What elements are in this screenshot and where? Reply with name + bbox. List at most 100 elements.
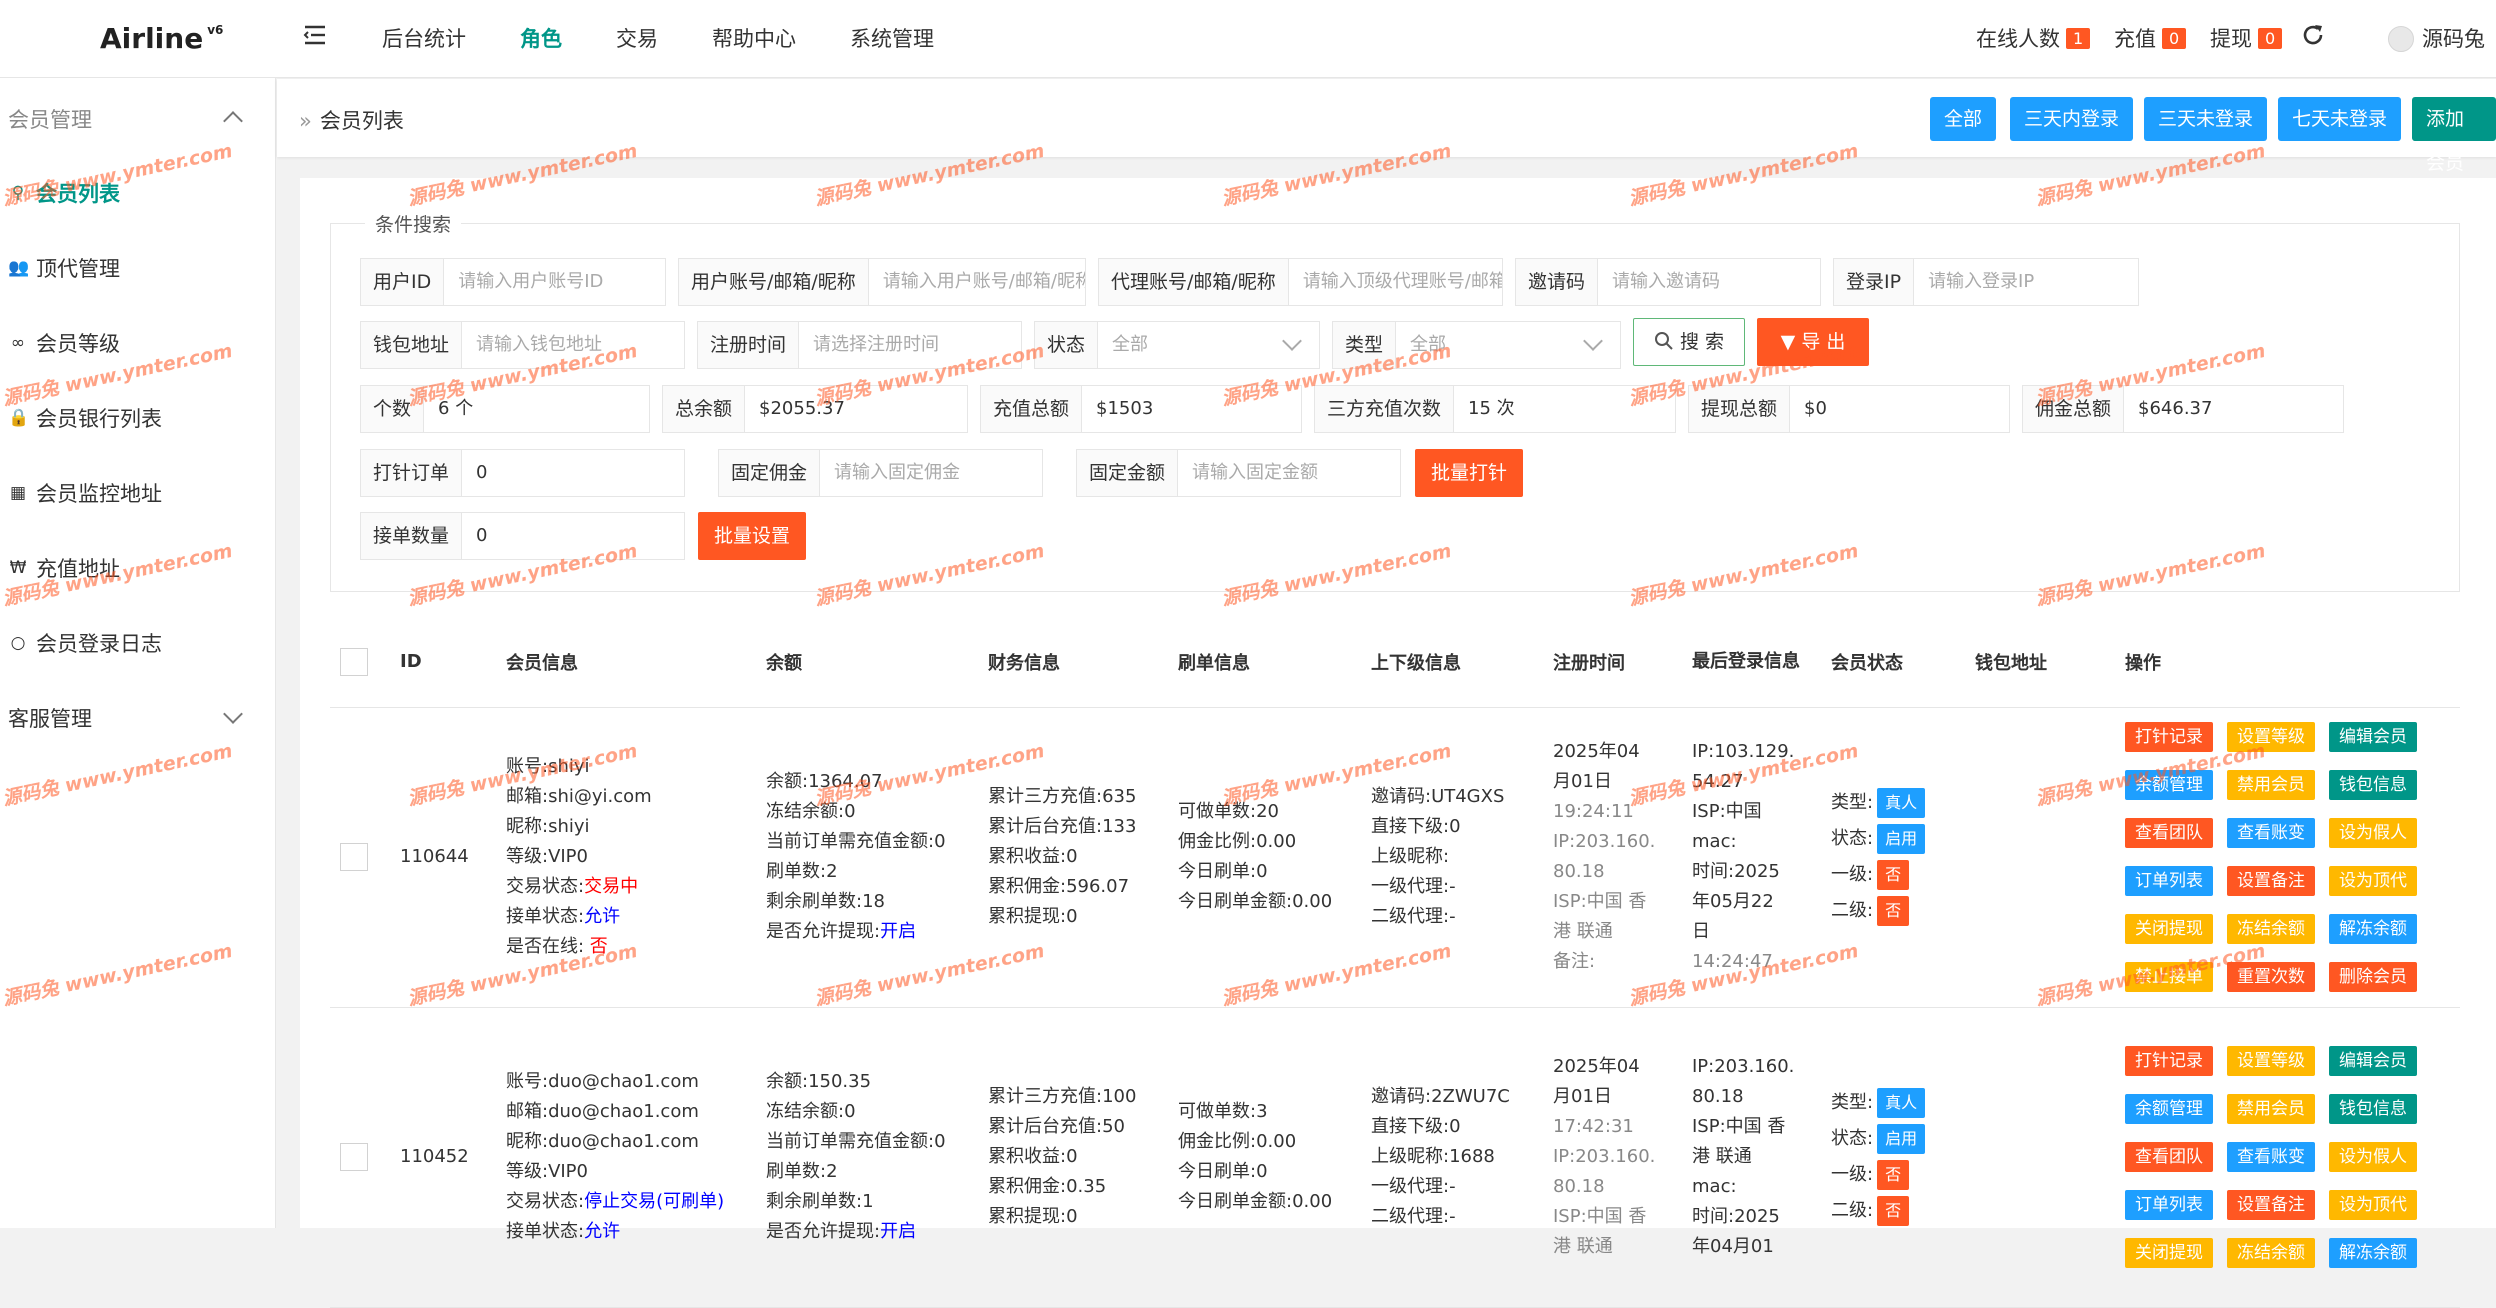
set-remark-button[interactable]: 设置备注 <box>2227 866 2315 896</box>
reset-count-button[interactable]: 重置次数 <box>2227 962 2315 992</box>
set-top-agent-button[interactable]: 设为顶代 <box>2329 866 2417 896</box>
select-all-checkbox[interactable] <box>340 647 368 676</box>
batch-inject-button[interactable]: 批量打针 <box>1415 449 1524 497</box>
user-id-input[interactable]: 请输入用户账号ID <box>444 259 665 305</box>
set-level-button[interactable]: 设置等级 <box>2227 1046 2315 1076</box>
search-button[interactable]: 搜 索 <box>1633 318 1745 366</box>
batch-set-button[interactable]: 批量设置 <box>698 512 807 560</box>
order-quantity-input[interactable]: 0 <box>462 513 684 559</box>
nav-trade[interactable]: 交易 <box>616 23 658 53</box>
type-select[interactable]: 类型 全部 <box>1332 321 1621 369</box>
last-login-info: IP:203.160. 80.18 ISP:中国 香 港 联通 mac: 时间:… <box>1682 1007 1821 1308</box>
view-changes-button[interactable]: 查看账变 <box>2227 818 2315 848</box>
close-withdraw-button[interactable]: 关闭提现 <box>2125 914 2213 944</box>
chevron-up-icon <box>223 111 243 131</box>
nav-system[interactable]: 系统管理 <box>850 23 934 53</box>
recharge-count[interactable]: 充值 0 <box>2114 23 2187 53</box>
close-withdraw-button[interactable]: 关闭提现 <box>2125 1238 2213 1268</box>
level1-badge[interactable]: 否 <box>1877 860 1910 890</box>
level2-badge[interactable]: 否 <box>1877 896 1910 926</box>
set-level-button[interactable]: 设置等级 <box>2227 722 2315 752</box>
nav-role[interactable]: 角色 <box>520 23 562 53</box>
state-badge[interactable]: 启用 <box>1877 1124 1926 1154</box>
freeze-balance-button[interactable]: 冻结余额 <box>2227 1238 2315 1268</box>
fixed-commission-input[interactable]: 请输入固定佣金 <box>820 450 1042 496</box>
export-button[interactable]: ▼ 导 出 <box>1757 318 1869 366</box>
refresh-icon[interactable] <box>2300 22 2326 48</box>
nav-stats[interactable]: 后台统计 <box>382 23 466 53</box>
view-changes-button[interactable]: 查看账变 <box>2227 1142 2315 1172</box>
col-id[interactable]: ID <box>390 617 496 708</box>
action-buttons: 打针记录 设置等级 编辑会员 余额管理 禁用会员 钱包信息 查看团队 查看账变 … <box>2125 1046 2450 1268</box>
order-list-button[interactable]: 订单列表 <box>2125 866 2213 896</box>
unfreeze-balance-button[interactable]: 解冻余额 <box>2329 1238 2417 1268</box>
level1-badge[interactable]: 否 <box>1877 1160 1910 1190</box>
disable-member-button[interactable]: 禁用会员 <box>2227 770 2315 800</box>
fixed-amount-input[interactable]: 请输入固定金额 <box>1178 450 1400 496</box>
row-checkbox[interactable] <box>340 843 368 871</box>
main-card: 条件搜索 用户ID 请输入用户账号ID 用户账号/邮箱/昵称 请输入用户账号/邮… <box>300 178 2496 1308</box>
view-team-button[interactable]: 查看团队 <box>2125 818 2213 848</box>
sidebar-group-service[interactable]: 客服管理 <box>8 703 268 733</box>
app-logo[interactable]: Airline v6 <box>100 22 223 55</box>
set-fake-button[interactable]: 设为假人 <box>2329 1142 2417 1172</box>
state-badge[interactable]: 启用 <box>1877 824 1926 854</box>
delete-member-button[interactable]: 删除会员 <box>2329 962 2417 992</box>
account-input[interactable]: 请输入用户账号/邮箱/昵称 <box>868 259 1085 305</box>
set-top-agent-button[interactable]: 设为顶代 <box>2329 1190 2417 1220</box>
balance-manage-button[interactable]: 余额管理 <box>2125 1094 2213 1124</box>
row-checkbox[interactable] <box>340 1143 368 1171</box>
circle-icon: ○ <box>10 633 26 653</box>
withdraw-count[interactable]: 提现 0 <box>2210 23 2283 53</box>
order-list-button[interactable]: 订单列表 <box>2125 1190 2213 1220</box>
wallet-input[interactable]: 请输入钱包地址 <box>462 322 684 368</box>
menu-toggle-icon[interactable] <box>302 22 328 48</box>
filter-all-button[interactable]: 全部 <box>1930 97 1997 141</box>
sidebar-item-bank-list[interactable]: 🔒 会员银行列表 <box>8 403 162 433</box>
login-ip-input[interactable]: 请输入登录IP <box>1914 259 2138 305</box>
sidebar-item-recharge-address[interactable]: ₩ 充值地址 <box>8 553 120 583</box>
status-select[interactable]: 状态 全部 <box>1034 321 1320 369</box>
set-remark-button[interactable]: 设置备注 <box>2227 1190 2315 1220</box>
sidebar-group-members[interactable]: 会员管理 <box>8 104 268 134</box>
nav-help[interactable]: 帮助中心 <box>712 23 796 53</box>
freeze-balance-button[interactable]: 冻结余额 <box>2227 914 2315 944</box>
avatar[interactable] <box>2388 26 2414 52</box>
filter-3days-nologin-button[interactable]: 三天未登录 <box>2144 97 2268 141</box>
trade-status: 停止交易(可刷单) <box>584 1191 725 1212</box>
reg-time-input[interactable]: 请选择注册时间 <box>799 322 1021 368</box>
filter-7days-nologin-button[interactable]: 七天未登录 <box>2278 97 2402 141</box>
invite-code-field: 邀请码 请输入邀请码 <box>1515 258 1821 306</box>
level2-badge[interactable]: 否 <box>1877 1196 1910 1226</box>
edit-member-button[interactable]: 编辑会员 <box>2329 722 2417 752</box>
type-badge[interactable]: 真人 <box>1877 1088 1926 1118</box>
add-member-button[interactable]: 添加会员 <box>2412 97 2496 174</box>
brush-info: 可做单数:20 佣金比例:0.00 今日刷单:0 今日刷单金额:0.00 <box>1168 707 1361 1008</box>
view-team-button[interactable]: 查看团队 <box>2125 1142 2213 1172</box>
sidebar-item-login-log[interactable]: ○ 会员登录日志 <box>8 628 162 658</box>
inject-record-button[interactable]: 打针记录 <box>2125 1046 2213 1076</box>
username[interactable]: 源码兔 <box>2422 23 2485 53</box>
sidebar-item-monitor-address[interactable]: ▦ 会员监控地址 <box>8 478 162 508</box>
invite-code-input[interactable]: 请输入邀请码 <box>1598 259 1820 305</box>
filter-3days-login-button[interactable]: 三天内登录 <box>2010 97 2134 141</box>
col-last-login: 最后登录信息 <box>1682 617 1821 708</box>
unfreeze-balance-button[interactable]: 解冻余额 <box>2329 914 2417 944</box>
type-badge[interactable]: 真人 <box>1877 788 1926 818</box>
set-fake-button[interactable]: 设为假人 <box>2329 818 2417 848</box>
sidebar-item-top-agents[interactable]: 👥 顶代管理 <box>8 253 120 283</box>
disable-member-button[interactable]: 禁用会员 <box>2227 1094 2315 1124</box>
agent-input[interactable]: 请输入顶级代理账号/邮箱 <box>1288 259 1502 305</box>
online-count[interactable]: 在线人数 1 <box>1976 23 2091 53</box>
sidebar-item-member-level[interactable]: ∞ 会员等级 <box>8 328 120 358</box>
forbid-orders-button[interactable]: 禁止接单 <box>2125 962 2213 992</box>
last-login-info: IP:103.129. 54.27 ISP:中国 mac: 时间:2025 年0… <box>1682 707 1821 1008</box>
balance-manage-button[interactable]: 余额管理 <box>2125 770 2213 800</box>
edit-member-button[interactable]: 编辑会员 <box>2329 1046 2417 1076</box>
inject-order-input[interactable]: 0 <box>462 450 684 496</box>
inject-record-button[interactable]: 打针记录 <box>2125 722 2213 752</box>
withdraw-badge: 0 <box>2258 28 2283 49</box>
wallet-info-button[interactable]: 钱包信息 <box>2329 770 2417 800</box>
sidebar-item-member-list[interactable]: ⚲ 会员列表 <box>8 178 120 208</box>
wallet-info-button[interactable]: 钱包信息 <box>2329 1094 2417 1124</box>
